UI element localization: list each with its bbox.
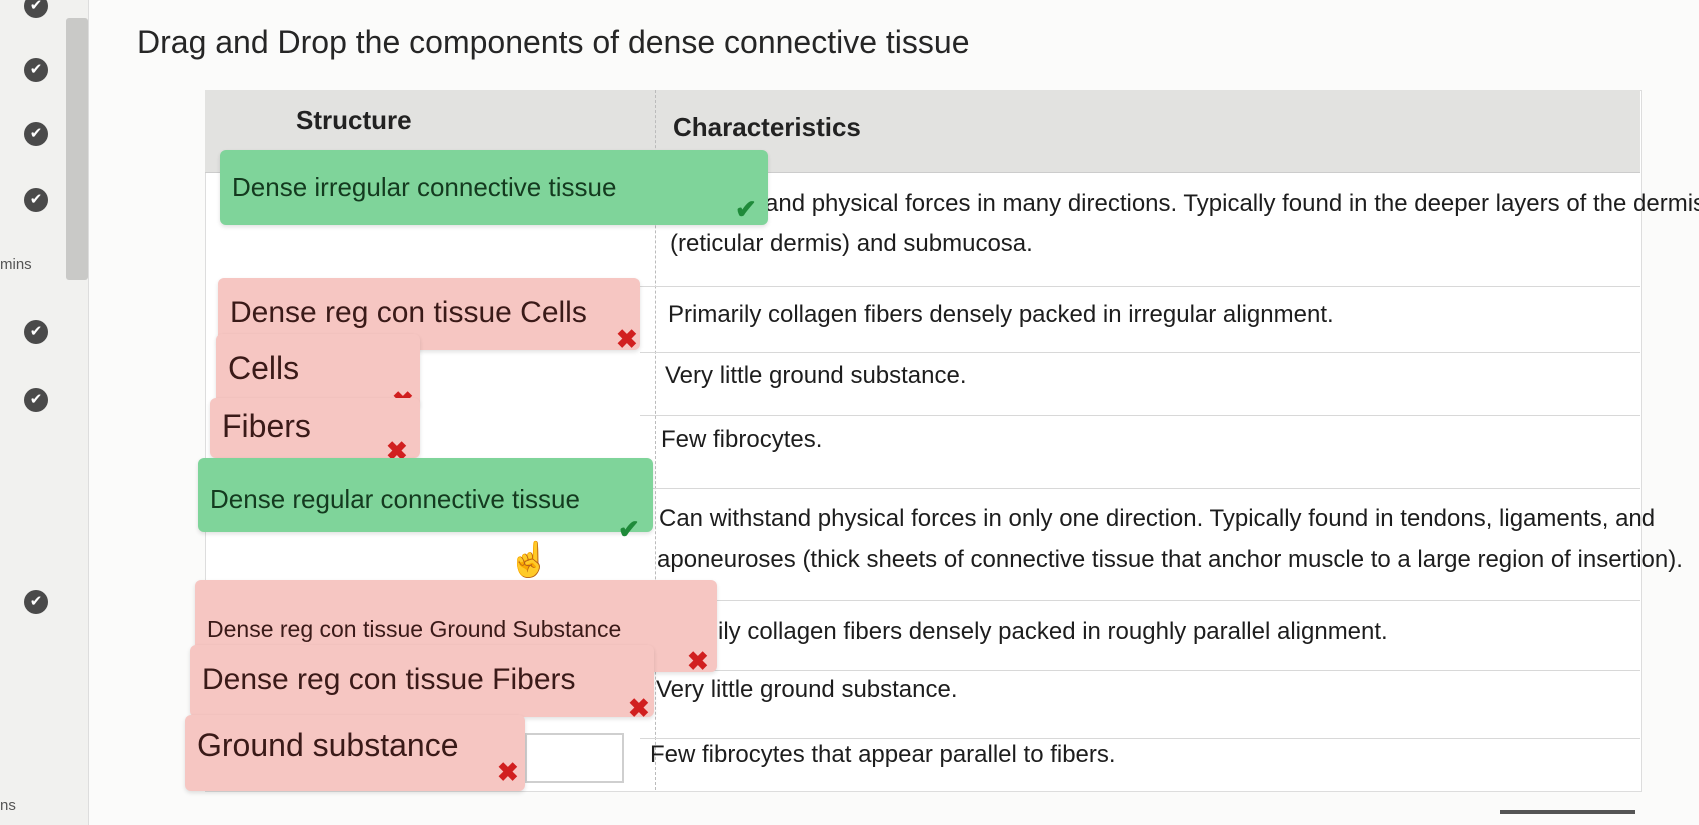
table-cell: ily collagen fibers densely packed in ro…: [718, 618, 1388, 645]
chip-ground-substance[interactable]: Ground substance ✖: [185, 715, 525, 791]
chip-dense-irregular[interactable]: Dense irregular connective tissue ✔: [220, 150, 768, 225]
header-structure: Structure: [296, 105, 412, 135]
check-circle-icon[interactable]: ✔: [24, 188, 48, 212]
chip-dense-regular[interactable]: Dense regular connective tissue ✔: [198, 458, 653, 544]
x-icon: ✖: [616, 324, 638, 354]
chip-cells[interactable]: Cells ✖: [216, 334, 420, 416]
drop-slot[interactable]: [525, 733, 624, 783]
check-icon: ✔: [735, 194, 757, 224]
table-cell: Primarily collagen fibers densely packed…: [668, 301, 1334, 328]
table-cell: aponeuroses (thick sheets of connective …: [657, 546, 1683, 573]
x-icon: ✖: [497, 757, 519, 787]
x-icon: ✖: [628, 693, 650, 723]
chip-fibers[interactable]: Fibers ✖: [210, 398, 420, 466]
chip-label: Dense regular connective tissue: [210, 484, 580, 514]
check-circle-icon[interactable]: ✔: [24, 58, 48, 82]
chip-label: Fibers: [222, 408, 311, 444]
check-circle-icon[interactable]: ✔: [24, 320, 48, 344]
row-divider: [640, 352, 1640, 353]
scrollbar[interactable]: [66, 18, 88, 280]
table-cell: (reticular dermis) and submucosa.: [670, 230, 1033, 257]
check-circle-icon[interactable]: ✔: [24, 388, 48, 412]
x-icon: ✖: [687, 646, 709, 676]
table-cell: Can withstand physical forces in only on…: [659, 505, 1656, 532]
hand-pointer-icon: ☝: [508, 541, 551, 579]
chip-dense-reg-fibers[interactable]: Dense reg con tissue Fibers ✖: [190, 645, 654, 723]
row-divider: [640, 415, 1640, 416]
chip-label: Ground substance: [197, 727, 459, 763]
row-divider: [640, 488, 1640, 489]
check-circle-icon[interactable]: ✔: [24, 122, 48, 146]
table-cell: Very little ground substance.: [665, 362, 967, 389]
row-divider: [640, 286, 1640, 287]
row-divider: [640, 600, 1640, 601]
bottom-label: ns: [0, 797, 16, 814]
table-cell: and physical forces in many directions. …: [765, 190, 1699, 217]
progress-bar: [1500, 810, 1635, 814]
chip-label: Dense reg con tissue Fibers: [202, 663, 576, 696]
chip-label: Dense reg con tissue Cells: [230, 296, 587, 329]
table-cell: Few fibrocytes that appear parallel to f…: [650, 741, 1116, 768]
time-label: mins: [0, 256, 32, 273]
chip-label: Dense irregular connective tissue: [232, 172, 617, 202]
table-cell: Few fibrocytes.: [661, 426, 823, 453]
check-circle-icon[interactable]: ✔: [24, 0, 48, 18]
chip-label: Cells: [228, 350, 300, 386]
check-icon: ✔: [618, 514, 640, 544]
header-characteristics: Characteristics: [673, 112, 861, 142]
check-circle-icon[interactable]: ✔: [24, 590, 48, 614]
left-rail: ✔ ✔ ✔ ✔ mins ✔ ✔ ✔ ns: [0, 0, 90, 825]
page-title: Drag and Drop the components of dense co…: [137, 24, 970, 60]
chip-label: Dense reg con tissue Ground Substance: [207, 616, 622, 642]
